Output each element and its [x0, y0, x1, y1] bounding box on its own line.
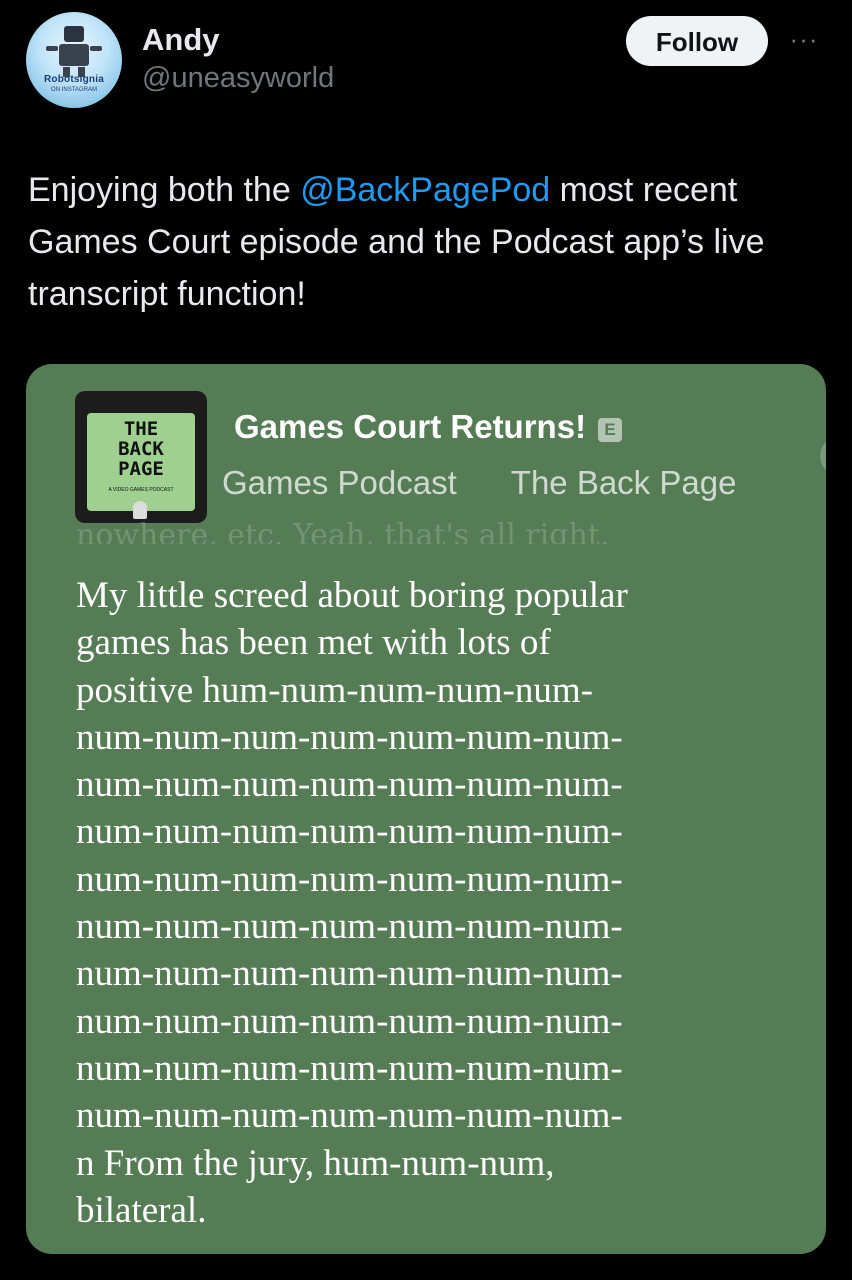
episode-title-text: Games Court Returns! [234, 408, 587, 445]
post: Robotsignia ON INSTAGRAM Andy @uneasywor… [0, 0, 852, 1280]
faded-transcript-line: nowhere, etc. Yeah, that's all right. [76, 518, 610, 544]
transcript-line: num-num-num-num-num-num-num- [76, 1095, 623, 1137]
transcript-line: num-num-num-num-num-num-num- [76, 1000, 623, 1042]
explicit-badge: E [598, 418, 623, 442]
transcript-line: num-num-num-num-num-num-num- [76, 716, 623, 758]
author-handle[interactable]: @uneasyworld [142, 62, 334, 95]
avatar-logo-text: Robotsignia [44, 74, 104, 85]
artwork-subtitle: A VIDEO GAMES PODCAST [108, 487, 174, 493]
robot-head-shape [64, 26, 84, 42]
robot-arm-left-shape [46, 46, 58, 51]
follow-button[interactable]: Follow [626, 16, 768, 66]
avatar[interactable]: Robotsignia ON INSTAGRAM [26, 12, 122, 108]
podcast-show-name: The Back Page [510, 464, 737, 501]
podcast-category: Games Podcast [222, 464, 457, 501]
transcript-line: num-num-num-num-num-num-num- [76, 764, 623, 806]
mention-link[interactable]: @BackPagePod [300, 171, 550, 209]
tweet-text-before: Enjoying both the [28, 171, 301, 209]
author-name[interactable]: Andy [142, 22, 220, 58]
robot-body-shape [59, 44, 89, 66]
transcript-line: num-num-num-num-num-num-num- [76, 1047, 623, 1089]
podcast-artwork: THE BACK PAGE A VIDEO GAMES PODCAST [75, 391, 207, 523]
avatar-logo-subtext: ON INSTAGRAM [51, 87, 97, 93]
transcript-line: bilateral. [76, 1189, 207, 1231]
transcript-line: num-num-num-num-num-num-num- [76, 906, 623, 948]
transcript-line: positive hum-num-num-num-num- [76, 669, 593, 711]
transcript-line: games has been met with lots of [76, 622, 551, 664]
transcript-line: n From the jury, hum-num-num, [76, 1142, 555, 1184]
artwork-title-line: THE [123, 418, 159, 440]
transcript-line: My little screed about boring popular [76, 575, 628, 616]
robot-arm-right-shape [90, 46, 102, 51]
episode-title: Games Court Returns! E [234, 408, 623, 446]
artwork-title-line: BACK [118, 438, 164, 460]
episode-meta: Games Podcast The Back Page [222, 464, 802, 502]
artwork-title: THE BACK PAGE [87, 419, 195, 479]
transcript-line: num-num-num-num-num-num-num- [76, 953, 623, 995]
tweet-text: Enjoying both the @BackPagePod most rece… [28, 164, 828, 320]
artwork-title-line: PAGE [118, 458, 164, 480]
transcript-text: My little screed about boring popular ga… [76, 572, 736, 1234]
transcript-line: num-num-num-num-num-num-num- [76, 858, 623, 900]
media-attachment[interactable]: THE BACK PAGE A VIDEO GAMES PODCAST Game… [26, 364, 826, 1254]
ellipsis-icon[interactable]: ··· [784, 24, 824, 54]
scroll-handle[interactable] [820, 436, 826, 476]
transcript-line: num-num-num-num-num-num-num- [76, 811, 623, 853]
